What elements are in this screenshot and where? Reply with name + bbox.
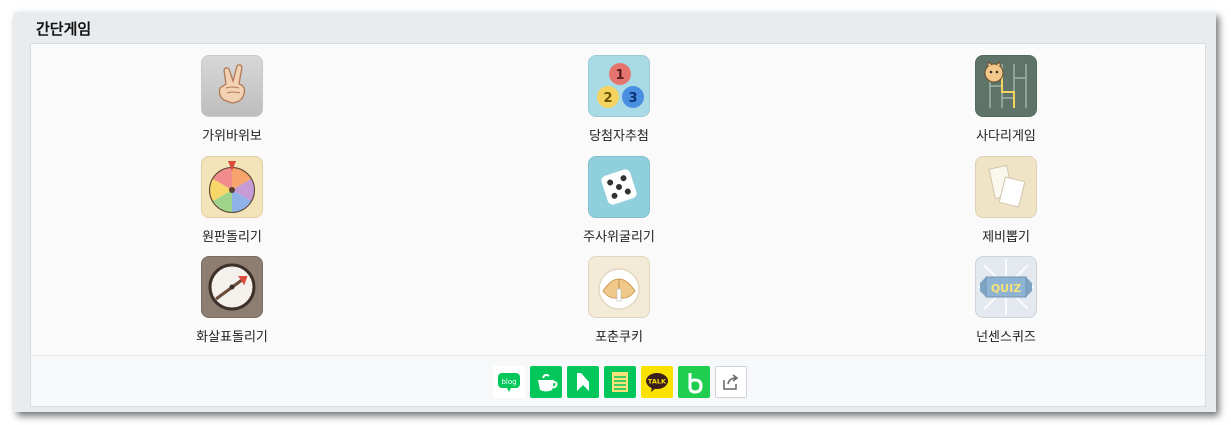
game-item-dice[interactable]: 주사위굴리기	[519, 156, 719, 245]
game-label: 화살표돌리기	[196, 330, 268, 345]
lottery-number: 3	[628, 91, 637, 106]
game-label: 포춘쿠키	[595, 330, 643, 345]
paper-slips-icon	[975, 156, 1037, 218]
blog-share-icon[interactable]: blog	[493, 366, 525, 398]
game-widget-frame: 간단게임 가위바위보 1 2 3 당첨자추첨 사다리게임 원판돌리기 주사위굴리…	[14, 12, 1216, 412]
rock-paper-scissors-icon	[201, 55, 263, 117]
game-label: 사다리게임	[976, 129, 1036, 144]
fortune-cookie-icon	[588, 256, 650, 318]
game-item-fortune-cookie[interactable]: 포춘쿠키	[519, 256, 719, 345]
game-label: 주사위굴리기	[583, 230, 655, 245]
band-share-icon[interactable]	[678, 366, 710, 398]
quiz-icon: QUIZ	[975, 256, 1037, 318]
game-label: 당첨자추첨	[589, 129, 649, 144]
cafe-share-icon[interactable]	[530, 366, 562, 398]
game-grid: 가위바위보 1 2 3 당첨자추첨 사다리게임 원판돌리기 주사위굴리기 제비뽑…	[31, 44, 1205, 356]
lottery-number: 1	[615, 68, 624, 83]
game-label: 가위바위보	[202, 129, 262, 144]
share-external-icon[interactable]	[715, 366, 747, 398]
share-buttons: blog TALK	[493, 366, 747, 398]
game-label: 넌센스퀴즈	[976, 330, 1036, 345]
dice-icon	[588, 156, 650, 218]
keep-share-icon[interactable]	[567, 366, 599, 398]
talk-text: TALK	[648, 378, 667, 386]
game-item-spinning-arrow[interactable]: 화살표돌리기	[132, 256, 332, 345]
blog-text: blog	[501, 378, 516, 386]
lottery-balls-icon: 1 2 3	[588, 55, 650, 117]
game-label: 제비뽑기	[982, 230, 1030, 245]
game-item-roulette[interactable]: 원판돌리기	[132, 156, 332, 245]
game-item-quiz[interactable]: QUIZ 넌센스퀴즈	[906, 256, 1106, 345]
game-item-paper-slips[interactable]: 제비뽑기	[906, 156, 1106, 245]
memo-share-icon[interactable]	[604, 366, 636, 398]
kakaotalk-share-icon[interactable]: TALK	[641, 366, 673, 398]
lottery-number: 2	[603, 91, 612, 106]
spinning-arrow-icon	[201, 256, 263, 318]
game-panel: 가위바위보 1 2 3 당첨자추첨 사다리게임 원판돌리기 주사위굴리기 제비뽑…	[30, 43, 1206, 407]
game-item-rock-paper-scissors[interactable]: 가위바위보	[132, 55, 332, 144]
game-item-lottery[interactable]: 1 2 3 당첨자추첨	[519, 55, 719, 144]
roulette-wheel-icon	[201, 156, 263, 218]
game-label: 원판돌리기	[202, 230, 262, 245]
quiz-badge-text: QUIZ	[991, 282, 1021, 295]
game-item-ladder[interactable]: 사다리게임	[906, 55, 1106, 144]
ladder-game-icon	[975, 55, 1037, 117]
share-bar: blog TALK	[31, 355, 1205, 406]
section-title: 간단게임	[36, 20, 92, 38]
